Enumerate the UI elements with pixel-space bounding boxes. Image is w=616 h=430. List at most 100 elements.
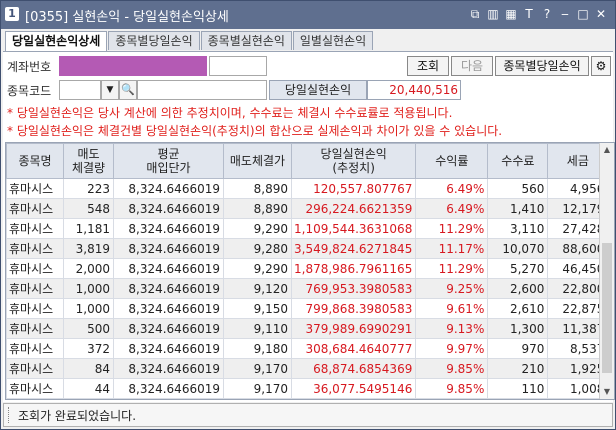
table-row[interactable]: 휴마시스 84 8,324.6466019 9,170 68,874.6854369 9.… bbox=[6, 358, 609, 379]
stock-code-input[interactable] bbox=[59, 80, 101, 100]
table-cell: 1,000 bbox=[63, 278, 114, 299]
maximize-icon[interactable]: □ bbox=[575, 5, 591, 23]
tab-daily-realized-detail[interactable]: 당일실현손익상세 bbox=[5, 31, 108, 51]
table-cell: 1,181 bbox=[63, 218, 114, 239]
column-header[interactable]: 평균 매입단가 bbox=[113, 143, 224, 179]
table-row[interactable]: 휴마시스 223 8,324.6466019 8,890 120,557.807767 6… bbox=[6, 178, 609, 199]
table-cell: 8,324.6466019 bbox=[113, 378, 224, 399]
tab-realized-by-stock[interactable]: 종목별실현손익 bbox=[200, 31, 292, 50]
window-number-icon: 1 bbox=[5, 7, 19, 21]
column-header-line: 매도체결가 bbox=[229, 154, 286, 168]
table-cell: 휴마시스 bbox=[6, 278, 64, 299]
table-cell: 3,549,824.6271845 bbox=[290, 238, 417, 259]
column-header[interactable]: 당일실현손익 (추정치) bbox=[290, 143, 417, 179]
column-header[interactable]: 수수료 bbox=[487, 143, 549, 179]
main-panel: 계좌번호 조회 다음 종목별당일손익 ⚙ 종목코드 ▼ 🔍 당일실현손익 20,… bbox=[3, 51, 615, 402]
table-cell: 휴마시스 bbox=[6, 338, 64, 359]
table-cell: 8,324.6466019 bbox=[113, 278, 224, 299]
table-row[interactable]: 휴마시스 2,000 8,324.6466019 9,290 1,878,986.796… bbox=[6, 258, 609, 279]
daily-pl-value: 20,440,516 bbox=[367, 80, 461, 100]
table-cell: 8,324.6466019 bbox=[113, 358, 224, 379]
table-icon[interactable]: ▦ bbox=[503, 5, 519, 23]
by-stock-button[interactable]: 종목별당일손익 bbox=[495, 56, 589, 76]
window-title: [0355] 실현손익 - 당일실현손익상세 bbox=[25, 10, 229, 25]
table-row[interactable]: 휴마시스 500 8,324.6466019 9,110 379,989.6990291… bbox=[6, 318, 609, 339]
next-button[interactable]: 다음 bbox=[451, 56, 493, 76]
status-bar: 조회가 완료되었습니다. bbox=[3, 403, 613, 427]
table-cell: 372 bbox=[63, 338, 114, 359]
table-row[interactable]: 휴마시스 372 8,324.6466019 9,180 308,684.4640777… bbox=[6, 338, 609, 359]
table-cell: 9.25% bbox=[415, 278, 489, 299]
table-cell: 9.85% bbox=[415, 358, 489, 379]
link-icon[interactable]: ⧉ bbox=[467, 5, 483, 23]
column-header[interactable]: 매도 체결량 bbox=[63, 143, 114, 179]
table-cell: 휴마시스 bbox=[6, 258, 64, 279]
table-cell: 9.13% bbox=[415, 318, 489, 339]
table-cell: 1,878,986.7961165 bbox=[290, 258, 417, 279]
table-cell: 휴마시스 bbox=[6, 178, 64, 199]
table-cell: 379,989.6990291 bbox=[290, 318, 417, 339]
table-row[interactable]: 휴마시스 44 8,324.6466019 9,170 36,077.5495146 9.… bbox=[6, 378, 609, 399]
column-header-line: 수익률 bbox=[435, 154, 469, 168]
close-icon[interactable]: ✕ bbox=[593, 5, 609, 23]
table-cell: 223 bbox=[63, 178, 114, 199]
table-cell: 44 bbox=[63, 378, 114, 399]
minimize-icon[interactable]: ‒ bbox=[557, 5, 573, 23]
table-cell: 8,324.6466019 bbox=[113, 318, 224, 339]
status-text: 조회가 완료되었습니다. bbox=[18, 409, 137, 423]
vertical-scrollbar[interactable]: ▲ ▼ bbox=[599, 143, 614, 399]
account-number-masked[interactable] bbox=[59, 56, 207, 76]
split-icon[interactable]: ▥ bbox=[485, 5, 501, 23]
column-header[interactable]: 수익률 bbox=[415, 143, 489, 179]
table-cell: 1,300 bbox=[487, 318, 549, 339]
scroll-up-icon[interactable]: ▲ bbox=[600, 143, 614, 157]
help-icon[interactable]: ? bbox=[539, 5, 555, 23]
table-row[interactable]: 휴마시스 1,000 8,324.6466019 9,150 799,868.39805… bbox=[6, 298, 609, 319]
table-cell: 10,070 bbox=[487, 238, 549, 259]
table-cell: 8,324.6466019 bbox=[113, 198, 224, 219]
table-cell: 308,684.4640777 bbox=[290, 338, 417, 359]
table-cell: 296,224.6621359 bbox=[290, 198, 417, 219]
column-header-line: 체결량 bbox=[71, 161, 106, 175]
table-row[interactable]: 휴마시스 1,000 8,324.6466019 9,120 769,953.39805… bbox=[6, 278, 609, 299]
table-cell: 휴마시스 bbox=[6, 318, 64, 339]
detail-table: 종목명 매도 체결량 평균 매입단가 매도체결가 당일실현손익 (추정치) 수익률 수수료 세금 휴… bbox=[5, 142, 615, 400]
table-row[interactable]: 휴마시스 548 8,324.6466019 8,890 296,224.6621359… bbox=[6, 198, 609, 219]
stock-name-field bbox=[137, 80, 267, 100]
table-cell: 11.17% bbox=[415, 238, 489, 259]
table-cell: 9.85% bbox=[415, 378, 489, 399]
text-icon[interactable]: T bbox=[521, 5, 537, 23]
settings-icon[interactable]: ⚙ bbox=[591, 56, 611, 76]
table-cell: 970 bbox=[487, 338, 549, 359]
table-cell: 1,410 bbox=[487, 198, 549, 219]
column-header[interactable]: 종목명 bbox=[6, 143, 64, 179]
account-password-field[interactable] bbox=[209, 56, 267, 76]
scroll-thumb[interactable] bbox=[602, 243, 612, 373]
table-cell: 9,110 bbox=[223, 318, 292, 339]
search-icon[interactable]: 🔍 bbox=[119, 80, 137, 100]
column-header-line: 당일실현손익 bbox=[320, 147, 387, 161]
table-cell: 769,953.3980583 bbox=[290, 278, 417, 299]
dropdown-icon[interactable]: ▼ bbox=[101, 80, 119, 100]
table-cell: 9,150 bbox=[223, 298, 292, 319]
table-cell: 36,077.5495146 bbox=[290, 378, 417, 399]
table-cell: 휴마시스 bbox=[6, 378, 64, 399]
column-header-line: (추정치) bbox=[332, 161, 375, 175]
table-cell: 560 bbox=[487, 178, 549, 199]
table-cell: 9,170 bbox=[223, 378, 292, 399]
tab-daily-realized[interactable]: 일별실현손익 bbox=[292, 31, 374, 50]
table-row[interactable]: 휴마시스 1,181 8,324.6466019 9,290 1,109,544.363… bbox=[6, 218, 609, 239]
query-button[interactable]: 조회 bbox=[407, 56, 449, 76]
table-cell: 8,324.6466019 bbox=[113, 298, 224, 319]
code-label: 종목코드 bbox=[7, 84, 52, 98]
column-header[interactable]: 매도체결가 bbox=[223, 143, 292, 179]
scroll-down-icon[interactable]: ▼ bbox=[600, 385, 614, 399]
column-header-line: 세금 bbox=[566, 154, 589, 168]
column-header-line: 평균 bbox=[157, 147, 180, 161]
table-cell: 120,557.807767 bbox=[290, 178, 417, 199]
table-row[interactable]: 휴마시스 3,819 8,324.6466019 9,280 3,549,824.627… bbox=[6, 238, 609, 259]
notice-estimate: * 당일실현손익은 당사 계산에 의한 추정치이며, 수수료는 체결시 수수료률… bbox=[7, 106, 453, 120]
tab-daily-by-stock[interactable]: 종목별당일손익 bbox=[108, 31, 200, 50]
table-cell: 휴마시스 bbox=[6, 358, 64, 379]
notice-difference: * 당일실현손익은 체결건별 당일실현손익(추정치)의 합산으로 실제손익과 차… bbox=[7, 124, 503, 138]
